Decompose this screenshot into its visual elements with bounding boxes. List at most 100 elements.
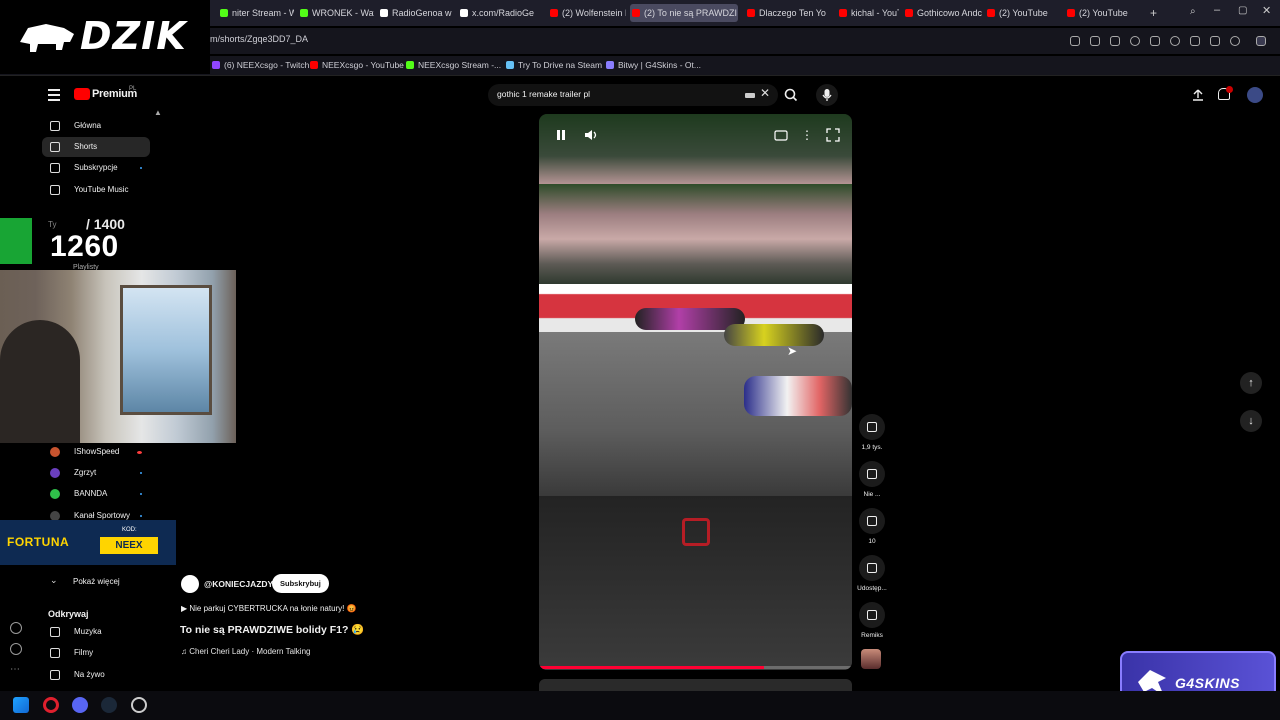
windows-start-icon[interactable] xyxy=(13,697,29,713)
subscribe-button[interactable]: Subskrybuj xyxy=(272,574,329,593)
sidebar-item[interactable]: Shorts xyxy=(42,137,150,157)
guide-menu-button[interactable] xyxy=(48,89,60,104)
sidebar-item[interactable]: Zgrzyt xyxy=(42,463,150,483)
action-remix[interactable]: Remiks xyxy=(857,602,887,639)
short-title[interactable]: To nie są PRAWDZIWE bolidy F1? 😢 xyxy=(180,623,364,636)
action-button[interactable] xyxy=(859,414,885,440)
browser-tab[interactable]: RadioGenoa w si xyxy=(378,4,454,22)
scroll-up-icon[interactable]: ▲ xyxy=(154,108,162,117)
menu-icon[interactable] xyxy=(1210,36,1220,46)
search-icon[interactable] xyxy=(1070,36,1080,46)
channel-name[interactable]: @KONIECJAZDY xyxy=(204,579,273,589)
upload-button[interactable] xyxy=(1192,88,1204,101)
sidebar-item-label: BANNDA xyxy=(74,489,108,498)
action-share[interactable]: Udostęp... xyxy=(857,555,887,592)
volume-button[interactable] xyxy=(582,126,600,144)
more-options-icon[interactable]: ⋮ xyxy=(798,126,816,144)
browser-tab[interactable]: (2) Wolfenstein I xyxy=(548,4,626,22)
browser-tab[interactable]: x.com/RadioGen xyxy=(458,4,534,22)
sidebar-item[interactable]: Muzyka xyxy=(42,622,150,642)
opera-icon[interactable] xyxy=(43,697,59,713)
url-text[interactable]: m/shorts/Zgqe3DD7_DA xyxy=(210,34,308,44)
bookmark-favicon-icon xyxy=(506,61,514,69)
action-comments[interactable]: 10 xyxy=(857,508,887,545)
bookmark-item[interactable]: Try To Drive na Steam xyxy=(506,60,602,70)
minimize-icon[interactable]: – xyxy=(1214,4,1220,16)
avatar[interactable] xyxy=(1247,87,1263,103)
action-dislike[interactable]: Nie ... xyxy=(857,461,887,498)
download-icon[interactable] xyxy=(1190,36,1200,46)
bookmark-item[interactable]: NEEXcsgo - YouTube xyxy=(310,60,404,70)
action-like[interactable]: 1,9 tys. xyxy=(857,414,887,451)
more-icon[interactable]: ⋯ xyxy=(10,664,20,675)
sidebar-item[interactable]: BANNDA xyxy=(42,484,150,504)
play-icon[interactable] xyxy=(1150,36,1160,46)
maximize-icon[interactable]: ▢ xyxy=(1238,5,1247,16)
mouse-cursor-icon: ➤ xyxy=(787,344,798,358)
sidebar-item[interactable]: Subskrypcje xyxy=(42,158,150,178)
sound-thumbnail[interactable] xyxy=(861,649,881,669)
short-sound-link[interactable]: ♫ Cheri Cheri Lady · Modern Talking xyxy=(181,647,310,656)
heart-icon[interactable] xyxy=(1170,36,1180,46)
steam-icon[interactable] xyxy=(101,697,117,713)
action-button[interactable] xyxy=(859,555,885,581)
sidebar-item-label: Subskrypcje xyxy=(74,163,118,172)
voice-search-button[interactable] xyxy=(816,84,838,106)
search-input[interactable]: gothic 1 remake trailer pl xyxy=(497,89,590,99)
browser-tab[interactable]: (2) YouTube xyxy=(985,4,1061,22)
action-button[interactable] xyxy=(859,508,885,534)
tab-search-icon[interactable]: ⌕ xyxy=(1190,6,1196,17)
sidebar-item[interactable]: YouTube Music xyxy=(42,180,150,200)
upload-icon xyxy=(1193,89,1203,101)
action-label: 1,9 tys. xyxy=(861,444,883,451)
browser-tab[interactable]: WRONEK - Watc xyxy=(298,4,374,22)
browser-tab[interactable]: niter Stream - W xyxy=(218,4,294,22)
history-icon[interactable] xyxy=(10,643,22,655)
extension-icon[interactable] xyxy=(1256,36,1266,46)
bookmark-item[interactable]: (6) NEEXcsgo - Twitch xyxy=(212,60,309,70)
browser-tab[interactable]: (2) YouTube xyxy=(1065,4,1141,22)
action-button[interactable] xyxy=(859,461,885,487)
fullscreen-button[interactable] xyxy=(824,126,842,144)
next-short-preview[interactable] xyxy=(539,679,852,691)
keyboard-icon[interactable] xyxy=(745,93,755,98)
show-more-link[interactable]: Pokaż więcej xyxy=(73,577,120,586)
close-icon[interactable]: ✕ xyxy=(1262,4,1271,17)
previous-short-button[interactable]: ↑ xyxy=(1240,372,1262,394)
next-short-button[interactable]: ↓ xyxy=(1240,410,1262,432)
heart-icon[interactable] xyxy=(10,622,22,634)
sidebar-item[interactable]: Filmy xyxy=(42,643,150,663)
tab-favicon-icon xyxy=(839,9,847,17)
settings-icon[interactable] xyxy=(131,697,147,713)
video-progress-bar[interactable] xyxy=(539,666,852,669)
shield-icon[interactable] xyxy=(1130,36,1140,46)
channel-avatar[interactable] xyxy=(181,575,199,593)
shorts-video-player[interactable]: ⋮ xyxy=(539,114,852,670)
new-content-dot xyxy=(140,493,142,495)
pause-button[interactable] xyxy=(552,126,570,144)
bookmark-item[interactable]: NEEXcsgo Stream -... xyxy=(406,60,501,70)
short-description[interactable]: ▶ Nie parkuj CYBERTRUCKA na łonie natury… xyxy=(181,604,357,613)
search-button[interactable] xyxy=(780,84,802,106)
browser-tab[interactable]: (2) To nie są PRAWDZI xyxy=(630,4,738,22)
discord-icon[interactable] xyxy=(72,697,88,713)
bookmark-item[interactable]: Bitwy | G4Skins - Ot... xyxy=(606,60,701,70)
edit-icon[interactable] xyxy=(1090,36,1100,46)
live-indicator xyxy=(137,451,142,454)
browser-tab[interactable]: Dlaczego Ten Yo xyxy=(745,4,831,22)
camera-icon[interactable] xyxy=(1110,36,1120,46)
browser-tab[interactable]: kichal - YouTube xyxy=(837,4,899,22)
new-tab-icon[interactable]: + xyxy=(1150,6,1157,20)
chevron-down-icon[interactable]: ⌄ xyxy=(50,575,58,586)
action-button[interactable] xyxy=(859,602,885,628)
captions-button[interactable] xyxy=(772,126,790,144)
sidebar-item[interactable]: Na żywo xyxy=(42,665,150,685)
tab-label: (2) Wolfenstein I xyxy=(562,8,626,18)
browser-tab[interactable]: Gothicowo Andc xyxy=(903,4,983,22)
clear-search-icon[interactable]: ✕ xyxy=(760,86,770,100)
bookmark-favicon-icon xyxy=(606,61,614,69)
sidebar-item[interactable]: IShowSpeed xyxy=(42,442,150,462)
youtube-logo-icon[interactable] xyxy=(74,88,90,100)
profile-icon[interactable] xyxy=(1230,36,1240,46)
sidebar-item[interactable]: Główna xyxy=(42,116,150,136)
